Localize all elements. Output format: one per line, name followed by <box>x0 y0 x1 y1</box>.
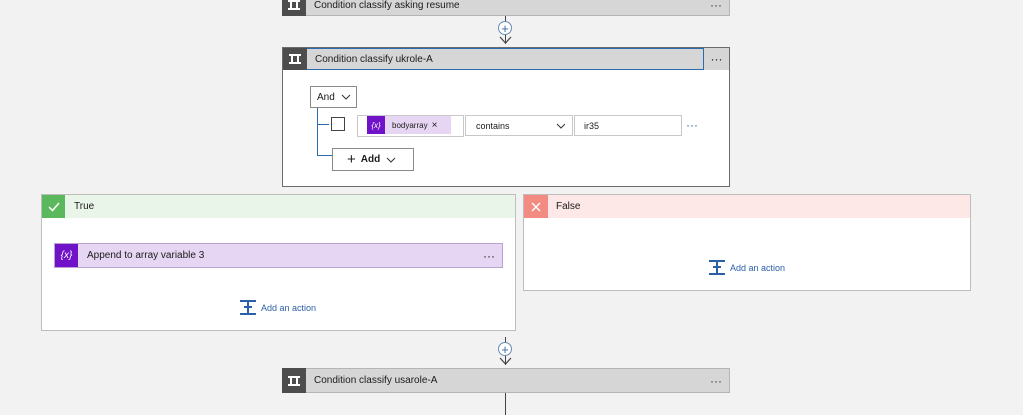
chevron-down-icon <box>386 157 396 163</box>
tree-line <box>317 124 329 125</box>
true-branch-header[interactable]: True <box>42 195 515 218</box>
row-more-options-button[interactable]: ··· <box>686 118 698 132</box>
condition-title: Condition classify ukrole-A <box>315 53 433 65</box>
add-action-button-true[interactable]: Add an action <box>240 300 316 315</box>
condition-title: Condition classify asking resume <box>314 0 460 11</box>
token-label: bodyarray <box>392 120 428 130</box>
action-card-append-array[interactable]: {x} Append to array variable 3 ··· <box>54 243 503 268</box>
add-action-button-false[interactable]: Add an action <box>709 260 785 275</box>
insert-step-button[interactable]: + <box>498 21 512 35</box>
branch-label: True <box>74 201 95 212</box>
add-action-label: Add an action <box>261 302 317 313</box>
variable-icon: {x} <box>367 116 385 134</box>
tree-line <box>317 108 318 156</box>
operator-dropdown[interactable]: contains <box>465 115 573 136</box>
close-icon <box>524 195 548 218</box>
variable-icon: {x} <box>55 244 78 267</box>
condition-card-usarole[interactable]: Condition classify usarole-A ··· <box>282 368 730 393</box>
action-title: Append to array variable 3 <box>87 250 205 261</box>
more-options-button[interactable]: ··· <box>703 374 729 388</box>
group-operator-dropdown[interactable]: And <box>310 86 357 108</box>
condition-card-asking-resume[interactable]: Condition classify asking resume ··· <box>282 0 730 16</box>
add-action-label: Add an action <box>730 262 786 273</box>
condition-icon <box>282 0 306 16</box>
add-condition-button[interactable]: + Add <box>332 148 414 171</box>
branch-label: False <box>556 201 581 212</box>
condition-title: Condition classify usarole-A <box>314 375 438 386</box>
more-options-button[interactable]: ··· <box>476 249 502 263</box>
add-label: Add <box>360 154 381 165</box>
false-branch: False <box>523 194 971 291</box>
more-options-button[interactable]: ··· <box>704 48 729 70</box>
condition-icon <box>282 368 306 393</box>
insert-step-button[interactable]: + <box>498 342 512 356</box>
more-options-button[interactable]: ··· <box>703 0 729 12</box>
condition-value-input[interactable]: ir35 <box>574 115 682 136</box>
row-checkbox[interactable] <box>331 117 345 131</box>
add-action-icon <box>709 260 725 275</box>
dynamic-content-token[interactable]: {x} bodyarray × <box>367 116 451 134</box>
condition-icon <box>283 48 307 70</box>
check-icon <box>42 195 65 218</box>
condition-value: ir35 <box>584 120 600 131</box>
connector-line <box>505 393 506 415</box>
chevron-down-icon <box>341 94 351 100</box>
condition-header-ukrole[interactable]: Condition classify ukrole-A <box>283 48 704 70</box>
arrow-down-icon <box>499 36 512 44</box>
plus-icon: + <box>347 151 356 168</box>
operator-value: contains <box>476 120 510 131</box>
false-branch-header[interactable]: False <box>524 195 970 218</box>
group-operator-value: And <box>317 91 335 103</box>
arrow-down-icon <box>499 357 512 365</box>
close-icon[interactable]: × <box>432 120 438 131</box>
add-action-icon <box>240 300 256 315</box>
chevron-down-icon <box>556 123 566 129</box>
tree-line <box>317 155 332 156</box>
